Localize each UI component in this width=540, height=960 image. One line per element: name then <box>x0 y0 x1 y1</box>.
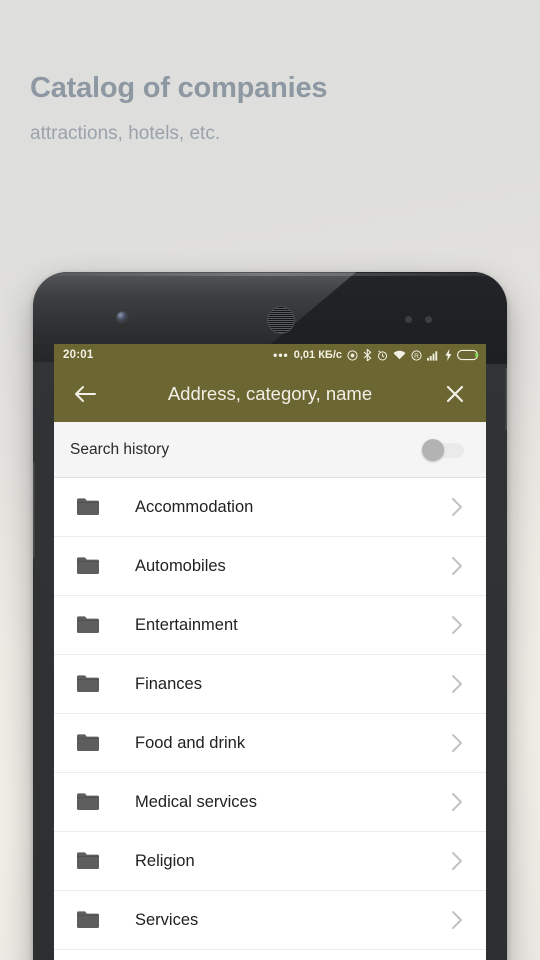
list-item-services[interactable]: Services <box>54 891 486 950</box>
list-item-label: Finances <box>135 674 202 693</box>
list-item-finances[interactable]: Finances <box>54 655 486 714</box>
volume-rocker-button[interactable] <box>33 462 35 558</box>
phone-screen: 20:01 ••• 0,01 КБ/c R Address, category,… <box>54 344 486 960</box>
chevron-right-icon <box>448 614 464 636</box>
search-input[interactable]: Address, category, name <box>100 383 440 405</box>
list-item-accommodation[interactable]: Accommodation <box>54 478 486 537</box>
folder-icon <box>76 791 102 813</box>
list-item-religion[interactable]: Religion <box>54 832 486 891</box>
chevron-right-icon <box>448 850 464 872</box>
list-item-automobiles[interactable]: Automobiles <box>54 537 486 596</box>
search-history-label: Search history <box>70 440 170 458</box>
alarm-icon <box>377 349 388 361</box>
chevron-right-icon <box>448 791 464 813</box>
folder-icon <box>76 673 102 695</box>
status-bar: 20:01 ••• 0,01 КБ/c R <box>54 344 486 366</box>
folder-icon <box>76 732 102 754</box>
svg-text:R: R <box>414 352 419 359</box>
network-speed-label: 0,01 КБ/c <box>293 349 342 361</box>
status-clock: 20:01 <box>63 349 94 361</box>
wifi-icon <box>393 350 406 361</box>
phone-mockup: 20:01 ••• 0,01 КБ/c R Address, category,… <box>33 272 507 960</box>
ringer-icon: R <box>411 349 422 361</box>
list-item-label: Food and drink <box>135 733 246 752</box>
bezel-highlight <box>43 273 497 276</box>
promo-header: Catalog of companies attractions, hotels… <box>30 72 500 145</box>
chevron-right-icon <box>448 732 464 754</box>
folder-icon <box>76 555 102 577</box>
status-icons: ••• 0,01 КБ/c R <box>273 349 480 361</box>
overflow-dots-icon: ••• <box>273 348 289 362</box>
bluetooth-icon <box>363 349 372 361</box>
front-camera-icon <box>117 312 127 322</box>
search-toolbar: Address, category, name <box>54 366 486 422</box>
chevron-right-icon <box>448 555 464 577</box>
toggle-knob <box>422 438 444 461</box>
folder-icon <box>76 850 102 872</box>
chevron-right-icon <box>448 909 464 931</box>
folder-icon <box>76 496 102 518</box>
proximity-sensor-icon <box>405 316 412 323</box>
list-item-entertainment[interactable]: Entertainment <box>54 596 486 655</box>
chevron-right-icon <box>448 673 464 695</box>
power-button[interactable] <box>505 368 507 430</box>
signal-bars-icon <box>427 350 440 361</box>
charging-bolt-icon <box>445 349 452 361</box>
list-item-label: Automobiles <box>135 556 226 575</box>
list-item-label: Services <box>135 910 199 929</box>
list-item-label: Accommodation <box>135 497 254 516</box>
search-history-row[interactable]: Search history <box>54 422 486 478</box>
list-item-food-and-drink[interactable]: Food and drink <box>54 714 486 773</box>
close-icon[interactable] <box>440 379 470 409</box>
chevron-right-icon <box>448 496 464 518</box>
gps-icon <box>347 349 358 361</box>
folder-icon <box>76 909 102 931</box>
folder-icon <box>76 614 102 636</box>
page-title: Catalog of companies <box>30 72 328 104</box>
battery-icon <box>457 349 480 361</box>
list-item-label: Religion <box>135 851 195 870</box>
back-arrow-icon[interactable] <box>70 379 100 409</box>
list-item-label: Entertainment <box>135 615 238 634</box>
page-subtitle: attractions, hotels, etc. <box>30 123 221 145</box>
search-history-toggle[interactable] <box>422 438 464 461</box>
earpiece-speaker-icon <box>267 306 295 334</box>
light-sensor-icon <box>425 316 432 323</box>
category-list: Accommodation Automobiles Entertainment … <box>54 478 486 950</box>
list-item-label: Medical services <box>135 792 257 811</box>
list-item-medical-services[interactable]: Medical services <box>54 773 486 832</box>
